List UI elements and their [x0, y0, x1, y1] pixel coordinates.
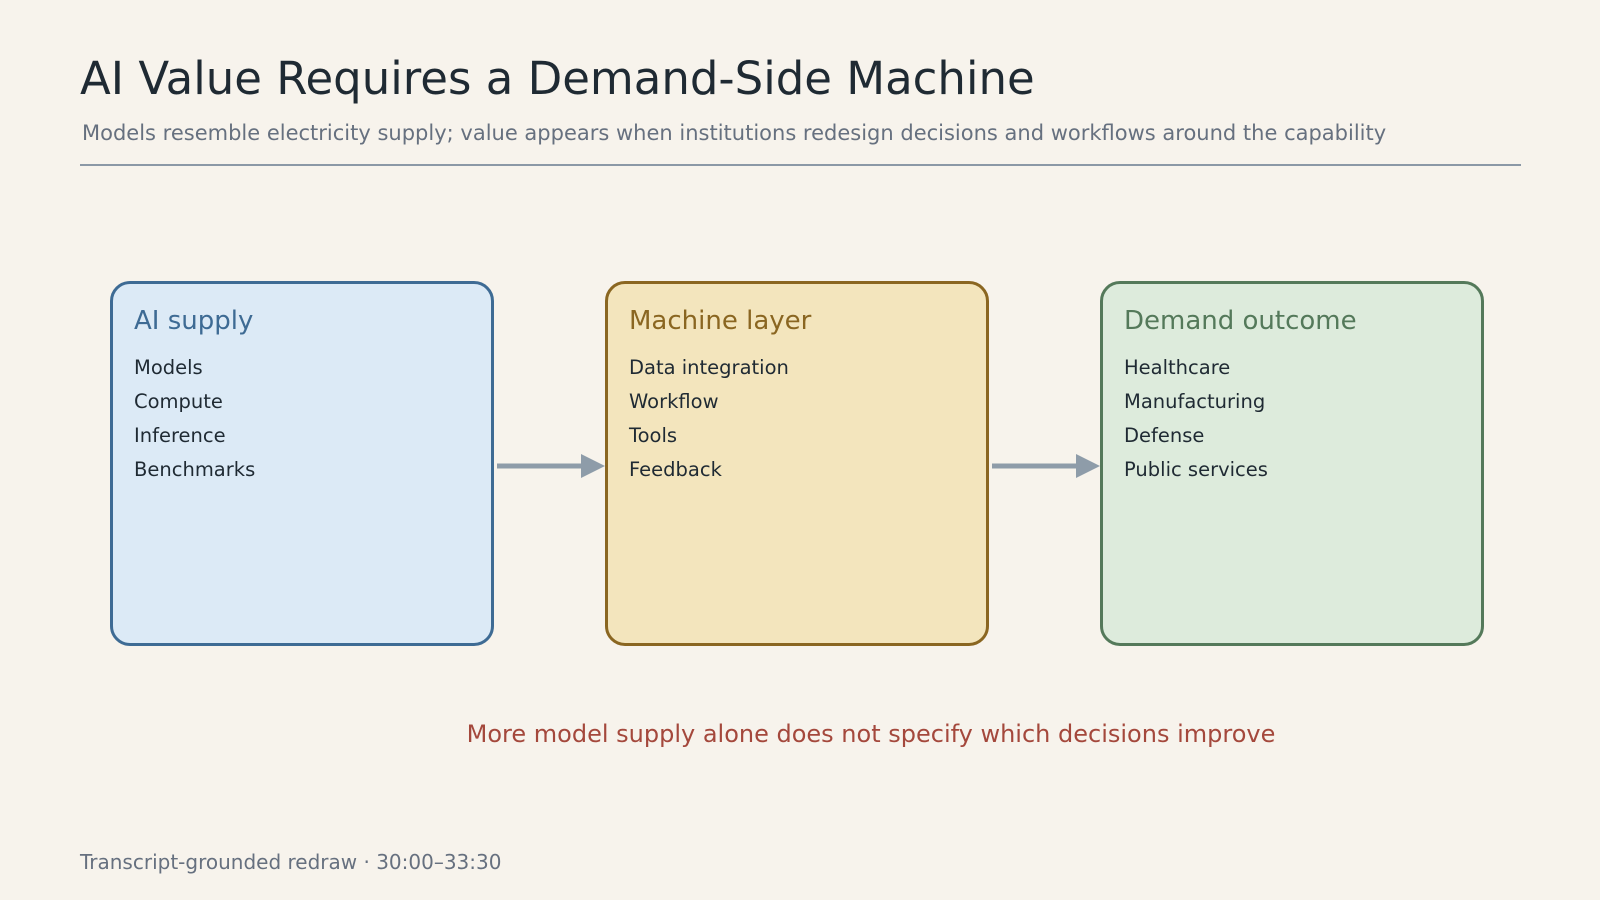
arrow-right-icon [497, 454, 605, 478]
list-item: Inference [134, 424, 226, 448]
list-item: Workflow [629, 390, 719, 414]
list-item: Public services [1124, 458, 1268, 482]
list-item: Healthcare [1124, 356, 1231, 380]
caption-note: More model supply alone does not specify… [466, 720, 1276, 748]
demand-outcome-title: Demand outcome [1124, 306, 1357, 336]
page-title: AI Value Requires a Demand-Side Machine [80, 52, 1035, 105]
demand-outcome-list: Healthcare Manufacturing Defense Public … [1124, 351, 1481, 487]
footer-note: Transcript-grounded redraw · 30:00–33:30 [80, 850, 502, 874]
arrow-right-icon [992, 454, 1100, 478]
list-item: Compute [134, 390, 223, 414]
page-subtitle: Models resemble electricity supply; valu… [82, 121, 1387, 145]
list-item: Data integration [629, 356, 789, 380]
demand-outcome-box: Demand outcome Healthcare Manufacturing … [1100, 281, 1484, 646]
list-item: Benchmarks [134, 458, 256, 482]
machine-layer-title: Machine layer [629, 306, 812, 336]
list-item: Defense [1124, 424, 1205, 448]
list-item: Tools [629, 424, 678, 448]
ai-supply-list: Models Compute Inference Benchmarks [134, 351, 491, 487]
machine-layer-list: Data integration Workflow Tools Feedback [629, 351, 986, 487]
list-item: Models [134, 356, 203, 380]
ai-supply-title: AI supply [134, 306, 254, 336]
header-divider [80, 164, 1521, 166]
list-item: Manufacturing [1124, 390, 1266, 414]
list-item: Feedback [629, 458, 722, 482]
machine-layer-box: Machine layer Data integration Workflow … [605, 281, 989, 646]
ai-supply-box: AI supply Models Compute Inference Bench… [110, 281, 494, 646]
